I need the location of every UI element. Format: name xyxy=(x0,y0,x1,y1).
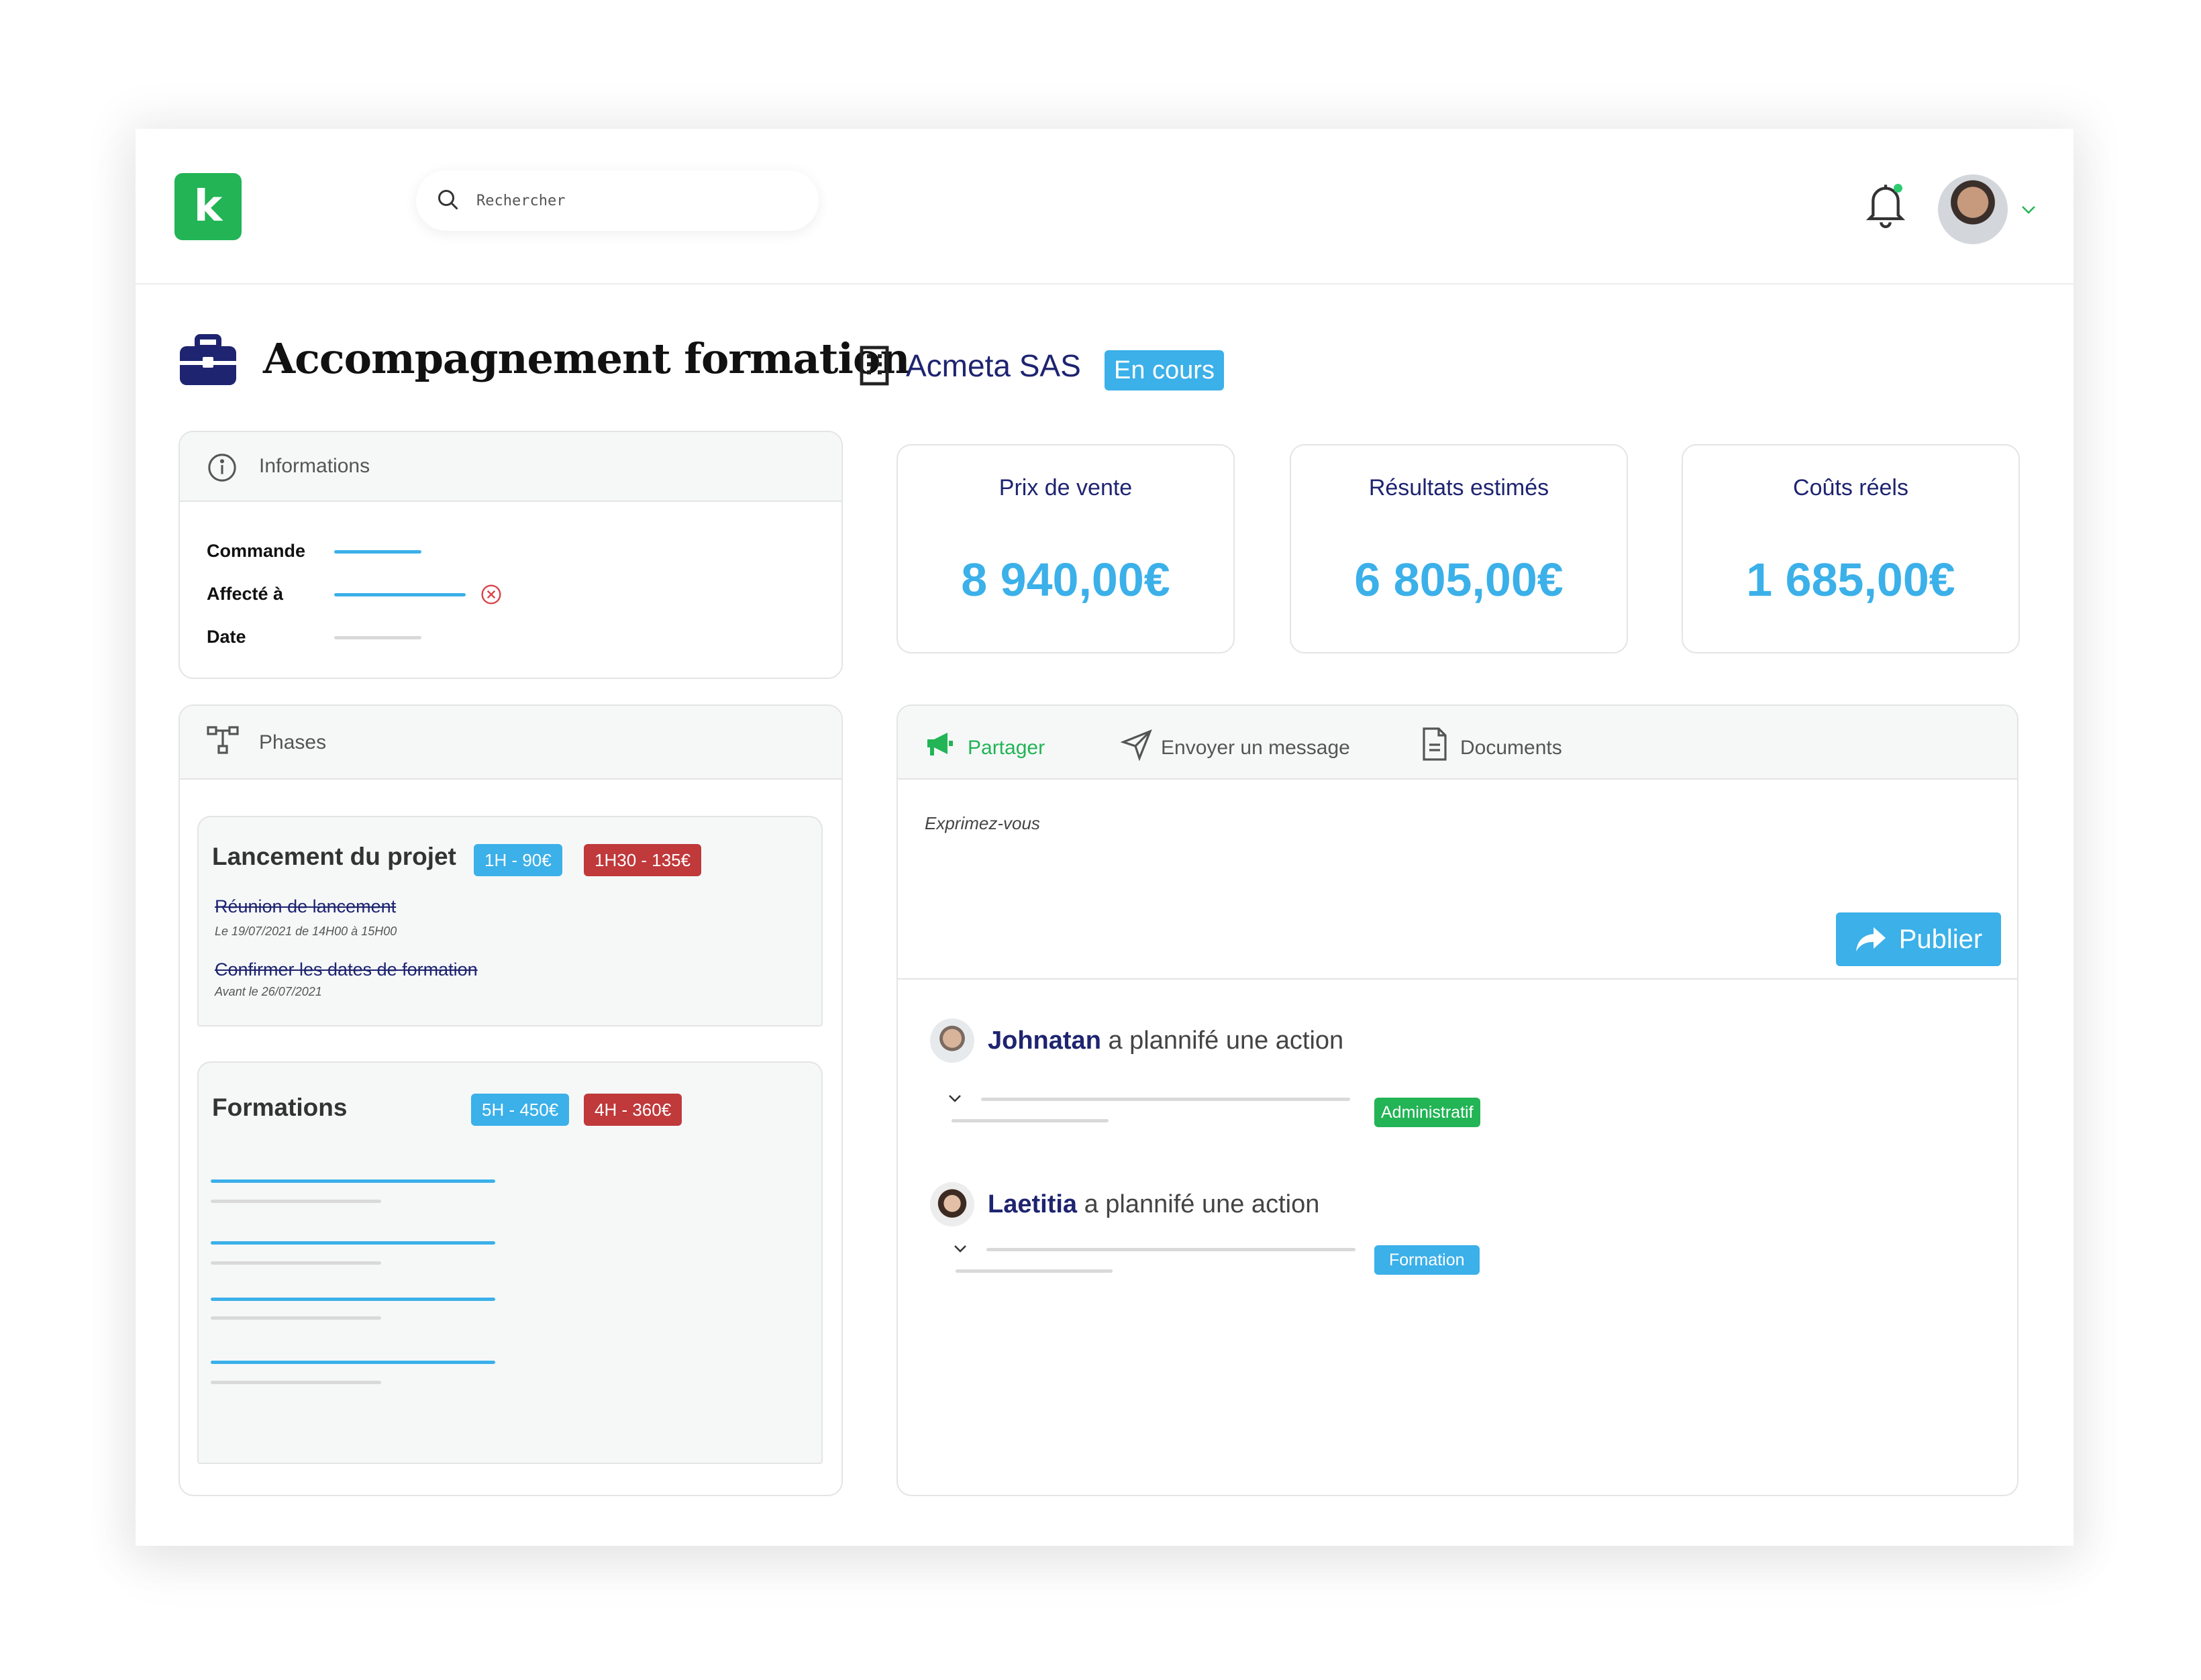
send-icon xyxy=(1121,729,1152,761)
stat-value: 1 685,00€ xyxy=(1746,554,1955,606)
chevron-down-icon[interactable] xyxy=(2021,205,2036,215)
page-title: Accompagnement formation xyxy=(263,334,910,383)
informations-card: Informations Commande Affecté à Date xyxy=(178,431,843,679)
phases-title: Phases xyxy=(259,731,327,753)
tab-partager[interactable]: Partager xyxy=(968,737,1045,759)
avatar xyxy=(930,1182,974,1226)
field-label-affecte: Affecté à xyxy=(207,584,284,604)
phase-formations[interactable]: Formations 5H - 450€ 4H - 360€ xyxy=(197,1061,823,1464)
field-label-date: Date xyxy=(207,627,246,647)
stat-card-prix-vente: Prix de vente 8 940,00€ xyxy=(897,444,1235,653)
notification-dot xyxy=(1894,184,1902,193)
task-item[interactable]: Confirmer les dates de formation xyxy=(215,959,478,980)
feed-detail-subline xyxy=(956,1269,1113,1273)
stat-value: 6 805,00€ xyxy=(1354,554,1564,606)
phases-card: Phases Lancement du projet 1H - 90€ 1H30… xyxy=(178,704,843,1496)
feed-item-text: Johnatan a plannifé une action xyxy=(988,1027,1343,1055)
formation-item-subline xyxy=(211,1381,381,1384)
formation-item-line xyxy=(211,1298,495,1301)
company-name[interactable]: Acmeta SAS xyxy=(906,348,1081,384)
task-subtitle: Le 19/07/2021 de 14H00 à 15H00 xyxy=(215,925,397,938)
feed-tabs: Partager Envoyer un message Documents xyxy=(898,706,2017,780)
stat-label: Coûts réels xyxy=(1793,475,1908,501)
task-subtitle: Avant le 26/07/2021 xyxy=(215,985,322,998)
document-icon xyxy=(1423,727,1447,761)
date-value xyxy=(334,636,421,639)
phases-header: Phases xyxy=(180,706,841,780)
formation-item-line xyxy=(211,1361,495,1364)
stat-card-resultats: Résultats estimés 6 805,00€ xyxy=(1290,444,1628,653)
feed-detail-subline xyxy=(952,1119,1109,1122)
task-item[interactable]: Réunion de lancement xyxy=(215,896,396,917)
commande-value xyxy=(334,550,421,554)
phase-lancement[interactable]: Lancement du projet 1H - 90€ 1H30 - 135€… xyxy=(197,816,823,1027)
top-bar: k xyxy=(136,129,2074,284)
remove-icon[interactable] xyxy=(480,584,502,605)
megaphone-icon xyxy=(927,733,953,755)
field-label-commande: Commande xyxy=(207,541,306,561)
publish-button[interactable]: Publier xyxy=(1836,912,2001,966)
app-logo[interactable]: k xyxy=(174,173,242,240)
publish-label: Publier xyxy=(1898,924,1983,954)
feed-user-name[interactable]: Johnatan xyxy=(988,1027,1101,1055)
compose-input[interactable]: Exprimez-vous xyxy=(925,813,1040,834)
avatar[interactable] xyxy=(1938,174,2008,244)
feed-action: a plannifé une action xyxy=(1084,1190,1320,1218)
chevron-down-icon[interactable] xyxy=(948,1094,962,1103)
informations-header: Informations xyxy=(180,432,841,502)
category-tag: Formation xyxy=(1374,1245,1480,1275)
stat-label: Résultats estimés xyxy=(1368,475,1549,501)
feed-detail-line xyxy=(981,1098,1350,1101)
actual-tag: 1H30 - 135€ xyxy=(584,844,702,876)
status-badge: En cours xyxy=(1105,350,1224,390)
category-tag: Administratif xyxy=(1374,1098,1480,1127)
briefcase-icon xyxy=(180,334,236,385)
phase-title: Formations xyxy=(212,1094,348,1121)
formation-item-subline xyxy=(211,1261,381,1265)
tab-documents[interactable]: Documents xyxy=(1460,737,1562,759)
flowchart-icon xyxy=(207,726,239,754)
feed-action: a plannifé une action xyxy=(1108,1027,1344,1055)
formation-item-subline xyxy=(211,1200,381,1203)
feed-detail-line xyxy=(986,1248,1355,1251)
stat-value: 8 940,00€ xyxy=(961,554,1170,606)
formation-item-line xyxy=(211,1241,495,1245)
feed-divider xyxy=(898,978,2017,980)
planned-tag: 5H - 450€ xyxy=(471,1094,570,1126)
actual-tag: 4H - 360€ xyxy=(584,1094,682,1126)
search-input[interactable] xyxy=(476,184,799,217)
feed-user-name[interactable]: Laetitia xyxy=(988,1190,1077,1218)
tab-envoyer-message[interactable]: Envoyer un message xyxy=(1161,737,1350,759)
chevron-down-icon[interactable] xyxy=(953,1244,968,1253)
stat-card-couts: Coûts réels 1 685,00€ xyxy=(1682,444,2020,653)
planned-tag: 1H - 90€ xyxy=(474,844,562,876)
phase-title: Lancement du projet xyxy=(212,843,456,870)
avatar xyxy=(930,1018,974,1063)
share-arrow-icon xyxy=(1855,927,1886,951)
stat-label: Prix de vente xyxy=(999,475,1133,501)
info-icon xyxy=(208,454,236,482)
app-window: k Accompagnement formation Acmeta SAS En… xyxy=(136,129,2074,1546)
informations-title: Informations xyxy=(259,455,370,477)
feed-card: Partager Envoyer un message Documents Ex… xyxy=(897,704,2018,1496)
feed-item-text: Laetitia a plannifé une action xyxy=(988,1190,1319,1219)
building-icon xyxy=(860,346,889,386)
search-bar[interactable] xyxy=(416,170,819,231)
affecte-value xyxy=(334,593,466,596)
formation-item-subline xyxy=(211,1316,381,1320)
formation-item-line xyxy=(211,1179,495,1183)
search-icon xyxy=(438,190,458,210)
